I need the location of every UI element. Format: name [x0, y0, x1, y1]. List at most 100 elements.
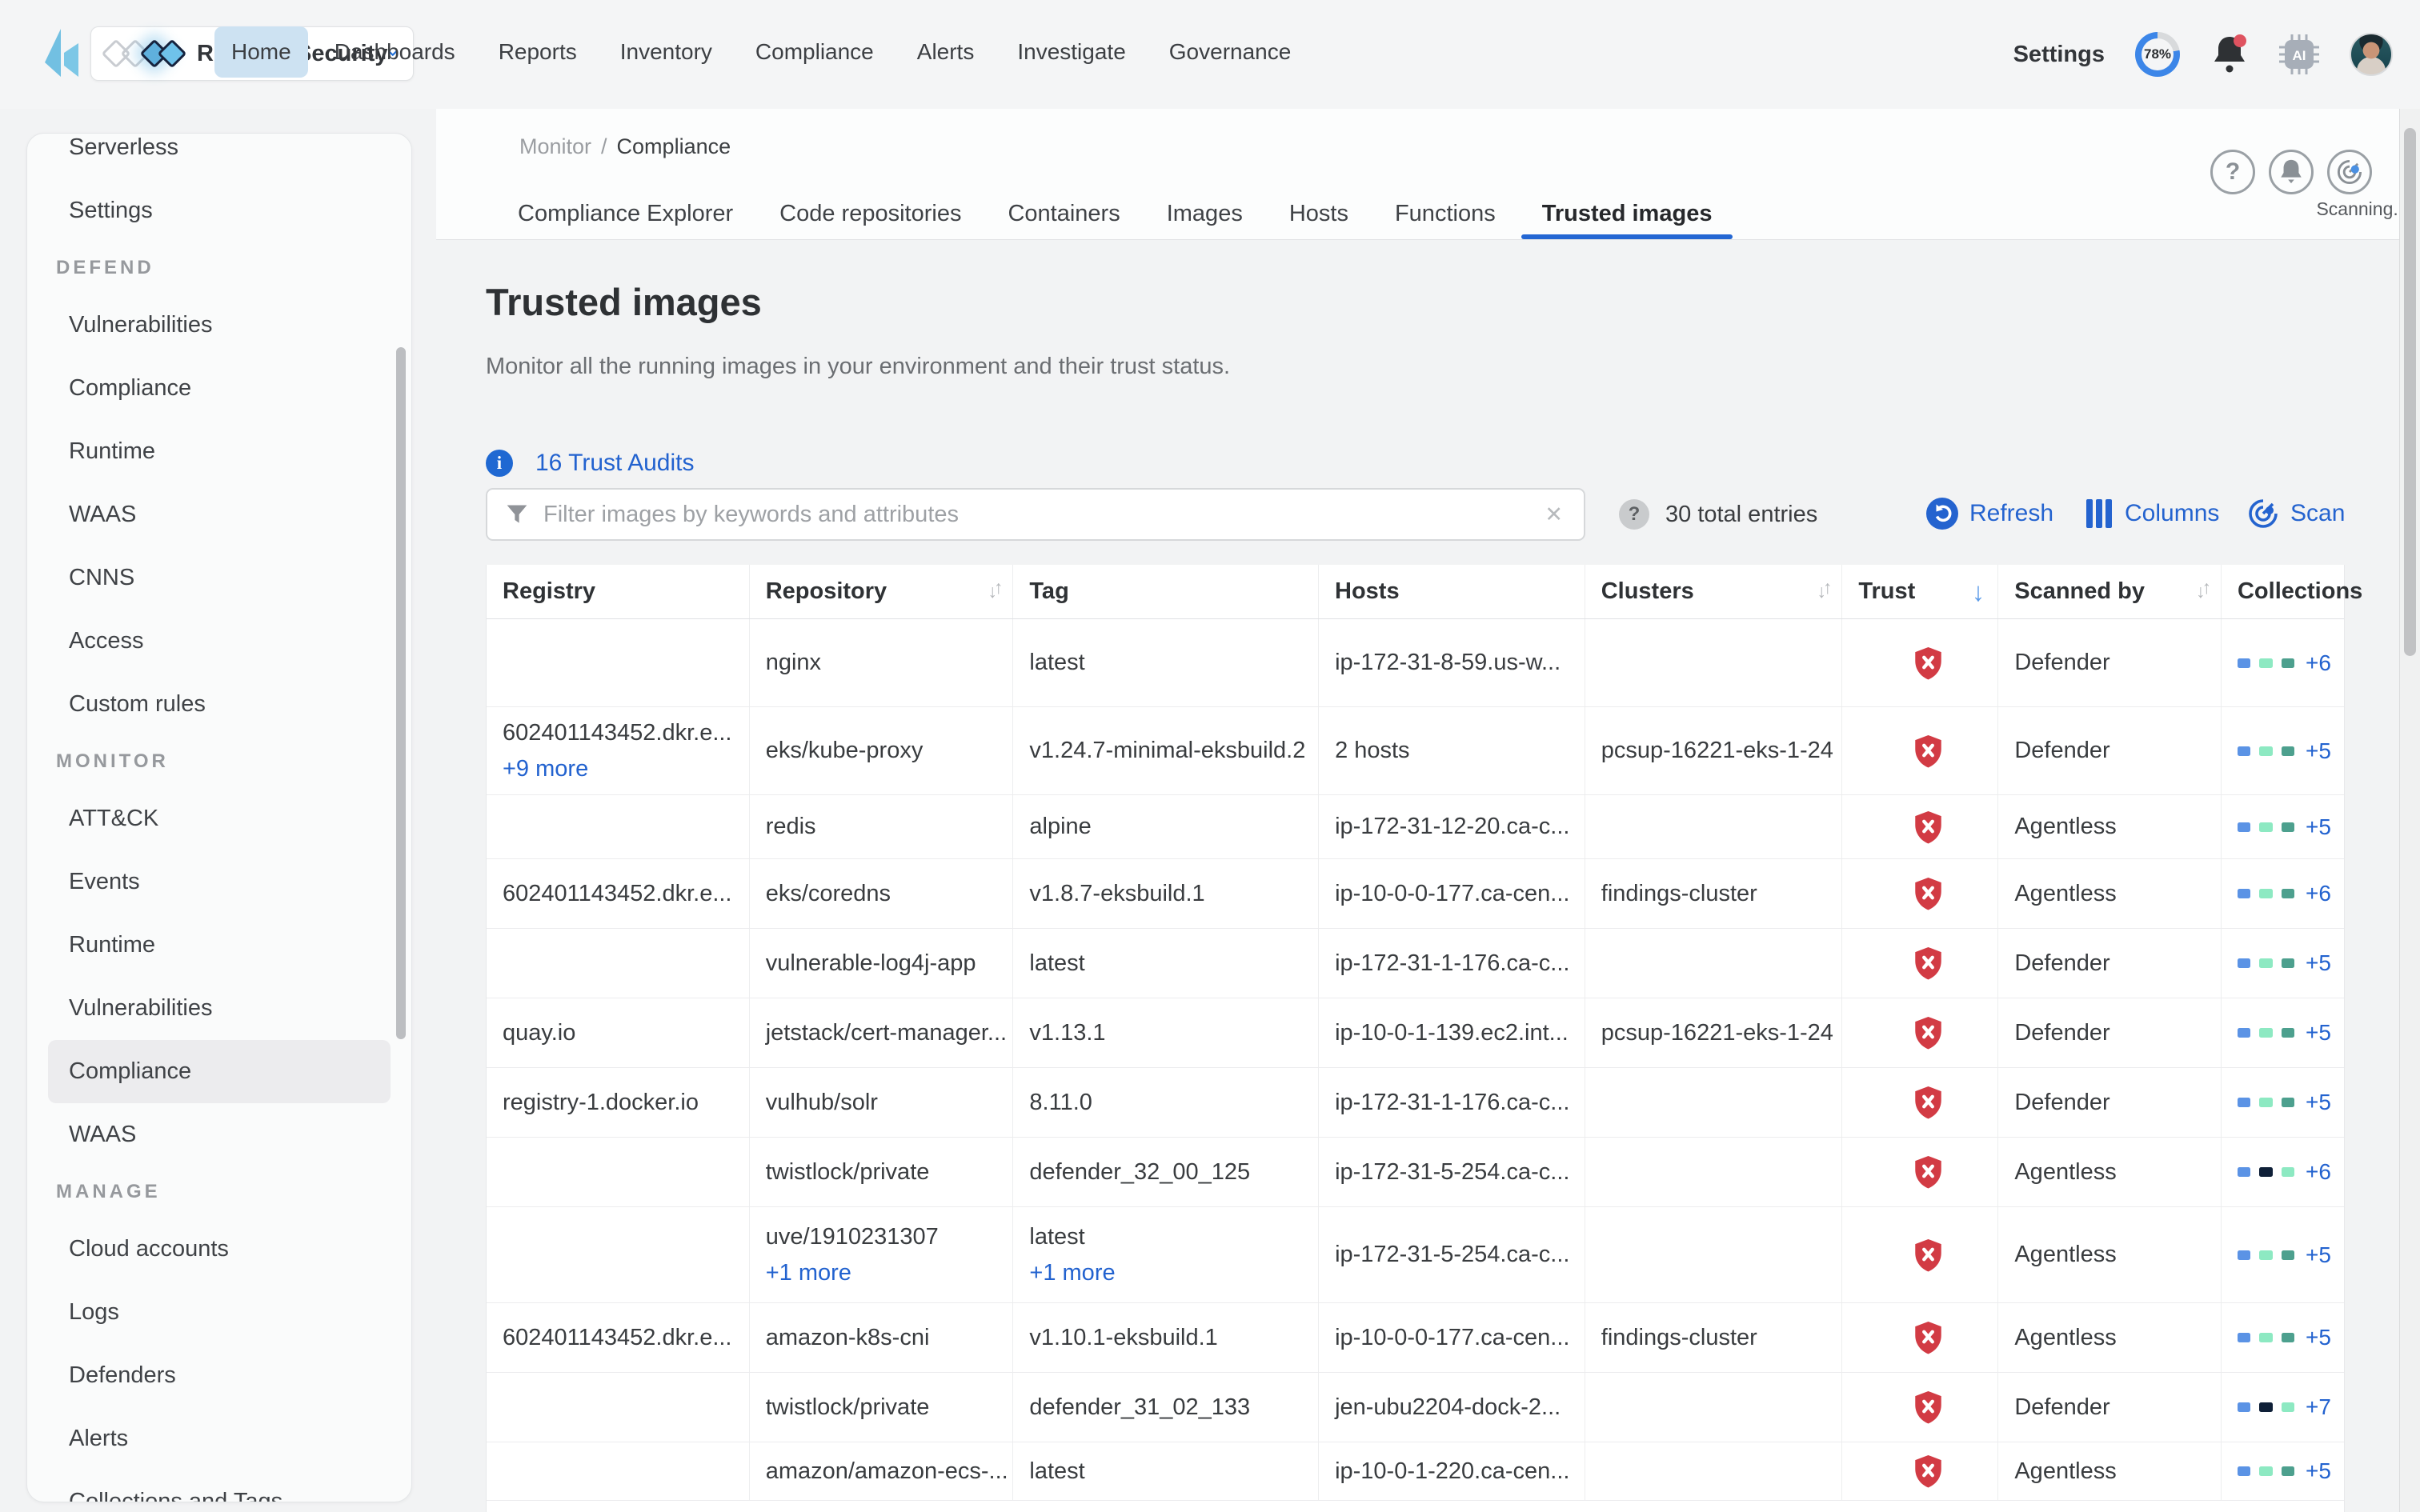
sidebar-item-vulnerabilities[interactable]: Vulnerabilities [48, 977, 391, 1040]
column-header-tag[interactable]: Tag [1013, 565, 1319, 618]
nav-item-investigate[interactable]: Investigate [1000, 26, 1142, 78]
sort-icon[interactable]: ↓↑ [1817, 581, 1829, 602]
nav-item-reports[interactable]: Reports [482, 26, 594, 78]
sidebar-item-custom-rules[interactable]: Custom rules [48, 673, 391, 736]
sidebar-section-manage: MANAGE [27, 1166, 411, 1218]
collections-more-link[interactable]: +5 [2306, 1458, 2331, 1484]
nav-item-home[interactable]: Home [214, 26, 308, 78]
ai-copilot-icon[interactable]: AI [2279, 34, 2319, 74]
more-link[interactable]: +9 more [503, 756, 588, 782]
sidebar-item-vulnerabilities[interactable]: Vulnerabilities [48, 294, 391, 357]
scan-button[interactable]: Scan [2247, 498, 2345, 530]
tab-trusted-images[interactable]: Trusted images [1521, 188, 1733, 239]
nav-item-alerts[interactable]: Alerts [900, 26, 992, 78]
notifications-bell-icon[interactable] [2210, 34, 2249, 75]
columns-button[interactable]: Columns [2085, 498, 2219, 530]
settings-button[interactable]: Settings [2013, 42, 2105, 68]
scan-status-button[interactable] [2327, 150, 2372, 194]
nav-item-dashboards[interactable]: Dashboards [318, 26, 472, 78]
tab-hosts[interactable]: Hosts [1268, 188, 1369, 239]
column-header-trust[interactable]: Trust↓ [1842, 565, 1998, 618]
table-row[interactable]: nginxlatestip-172-31-8-59.us-w...Defende… [487, 619, 2344, 707]
sidebar-item-compliance[interactable]: Compliance [48, 357, 391, 420]
nav-item-inventory[interactable]: Inventory [603, 26, 729, 78]
tab-containers[interactable]: Containers [987, 188, 1140, 239]
collection-swatch-blue [2238, 1167, 2250, 1177]
user-avatar[interactable] [2350, 33, 2393, 76]
collections-more-link[interactable]: +5 [2306, 1020, 2331, 1046]
refresh-button[interactable]: Refresh [1926, 498, 2053, 530]
search-input[interactable] [543, 502, 1541, 528]
sidebar-item-collections-and-tags[interactable]: Collections and Tags [48, 1470, 391, 1502]
sidebar-scrollbar[interactable] [396, 347, 406, 1039]
product-selector-diamonds-icon [104, 36, 190, 71]
alerts-bell-button[interactable] [2269, 150, 2314, 194]
column-header-hosts[interactable]: Hosts [1319, 565, 1585, 618]
column-header-collections[interactable]: Collections [2222, 565, 2344, 618]
trust-audits-link[interactable]: 16 Trust Audits [535, 450, 694, 477]
sidebar-item-waas[interactable]: WAAS [48, 483, 391, 546]
cell-collections: +5 [2222, 1442, 2344, 1500]
table-row[interactable]: quay.iojetstack/cert-manager...v1.13.1ip… [487, 998, 2344, 1068]
progress-ring[interactable]: 78% [2135, 32, 2180, 77]
tab-functions[interactable]: Functions [1374, 188, 1517, 239]
table-row[interactable]: twistlock/privatedefender_32_00_125ip-17… [487, 1138, 2344, 1207]
table-row[interactable]: redisalpineip-172-31-12-20.ca-c...Agentl… [487, 795, 2344, 859]
tab-code-repositories[interactable]: Code repositories [759, 188, 982, 239]
search-help-icon[interactable]: ? [1619, 499, 1649, 530]
table-row[interactable]: registry-1.docker.iovulhub/solr8.11.0ip-… [487, 1068, 2344, 1138]
breadcrumb: Monitor / Compliance [519, 134, 731, 159]
sidebar-item-serverless[interactable]: Serverless [48, 133, 391, 179]
collections-more-link[interactable]: +5 [2306, 1090, 2331, 1115]
more-link[interactable]: +1 more [1029, 1260, 1115, 1286]
table-row[interactable]: 602401143452.dkr.e...+9 moreeks/kube-pro… [487, 707, 2344, 795]
sidebar-item-access[interactable]: Access [48, 610, 391, 673]
collections-more-link[interactable]: +5 [2306, 738, 2331, 764]
sidebar-item-defenders[interactable]: Defenders [48, 1344, 391, 1407]
sort-icon[interactable]: ↓↑ [2196, 581, 2208, 602]
sidebar-item-runtime[interactable]: Runtime [48, 420, 391, 483]
help-button[interactable]: ? [2210, 150, 2255, 194]
column-header-repository[interactable]: Repository↓↑ [750, 565, 1014, 618]
column-header-clusters[interactable]: Clusters↓↑ [1585, 565, 1843, 618]
breadcrumb-current: Compliance [617, 134, 731, 159]
column-header-registry[interactable]: Registry [487, 565, 750, 618]
collections-more-link[interactable]: +7 [2306, 1394, 2331, 1420]
sidebar-item-events[interactable]: Events [48, 850, 391, 914]
collections-more-link[interactable]: +6 [2306, 881, 2331, 906]
table-row[interactable]: vulnerable-log4j-applatestip-172-31-1-17… [487, 929, 2344, 998]
sort-icon[interactable]: ↓↑ [988, 581, 1000, 602]
more-link[interactable]: +1 more [766, 1260, 851, 1286]
sidebar-item-runtime[interactable]: Runtime [48, 914, 391, 977]
sort-desc-icon[interactable]: ↓ [1972, 577, 1985, 607]
clear-search-icon[interactable]: ✕ [1541, 502, 1566, 527]
page-scrollbar-thumb[interactable] [2404, 128, 2416, 656]
sidebar-item-cloud-accounts[interactable]: Cloud accounts [48, 1218, 391, 1281]
sidebar-item-waas[interactable]: WAAS [48, 1103, 391, 1166]
collections-more-link[interactable]: +5 [2306, 1325, 2331, 1350]
page-scrollbar-track[interactable] [2399, 109, 2420, 1512]
column-header-scanned-by[interactable]: Scanned by↓↑ [1998, 565, 2222, 618]
table-row[interactable]: amazon/amazon-ecs-...latestip-10-0-1-220… [487, 1442, 2344, 1501]
tab-images[interactable]: Images [1146, 188, 1264, 239]
breadcrumb-parent[interactable]: Monitor [519, 134, 591, 159]
collections-more-link[interactable]: +5 [2306, 950, 2331, 976]
sidebar-item-att-ck[interactable]: ATT&CK [48, 787, 391, 850]
sidebar-item-alerts[interactable]: Alerts [48, 1407, 391, 1470]
collections-more-link[interactable]: +5 [2306, 1242, 2331, 1268]
nav-item-compliance[interactable]: Compliance [739, 26, 891, 78]
sidebar-item-compliance[interactable]: Compliance [48, 1040, 391, 1103]
table-row[interactable]: 602401143452.dkr.e...amazon-k8s-cniv1.10… [487, 1303, 2344, 1373]
table-row[interactable]: 602401143452.dkr.e...eks/corednsv1.8.7-e… [487, 859, 2344, 929]
sidebar-item-settings[interactable]: Settings [48, 179, 391, 242]
nav-item-governance[interactable]: Governance [1152, 26, 1308, 78]
tab-compliance-explorer[interactable]: Compliance Explorer [497, 188, 754, 239]
sidebar-item-logs[interactable]: Logs [48, 1281, 391, 1344]
table-row[interactable]: twistlock/privatedefender_31_02_133jen-u… [487, 1373, 2344, 1442]
collections-more-link[interactable]: +5 [2306, 814, 2331, 840]
search-bar[interactable]: ✕ [486, 488, 1585, 541]
collections-more-link[interactable]: +6 [2306, 1159, 2331, 1185]
table-row[interactable]: uve/1910231307+1 morelatest+1 moreip-172… [487, 1207, 2344, 1303]
collections-more-link[interactable]: +6 [2306, 650, 2331, 676]
sidebar-item-cnns[interactable]: CNNS [48, 546, 391, 610]
